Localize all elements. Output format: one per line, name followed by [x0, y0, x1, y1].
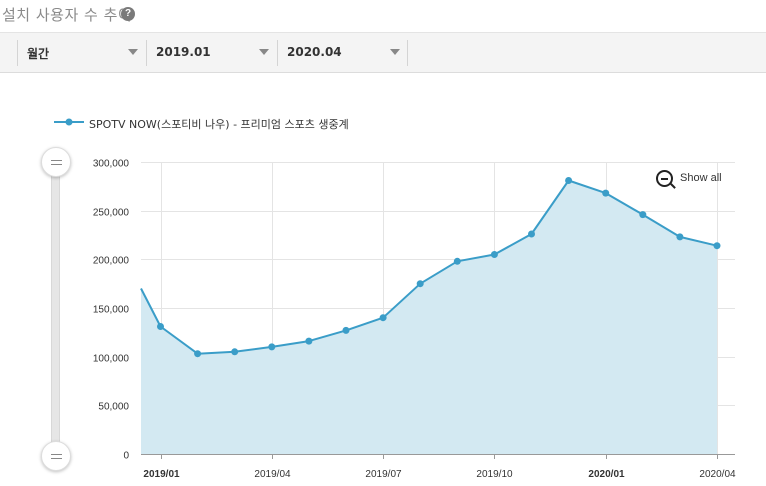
x-tick-label: 2019/10: [476, 469, 513, 480]
series-area-fill: [141, 180, 717, 454]
data-point: [305, 337, 313, 345]
show-all-label: Show all: [680, 172, 722, 184]
y-tick-label: 300,000: [93, 159, 130, 170]
data-point: [231, 348, 239, 356]
navigator-top-handle[interactable]: [41, 147, 71, 177]
x-tick-label: 2020/04: [699, 469, 736, 480]
x-tick-label: 2019/04: [254, 469, 291, 480]
data-point: [157, 323, 164, 330]
data-point: [194, 350, 202, 358]
data-point: [342, 326, 350, 334]
data-point: [639, 211, 647, 219]
y-tick-label: 50,000: [98, 402, 129, 413]
y-tick-label: 0: [123, 451, 129, 462]
y-tick-label: 250,000: [93, 208, 130, 219]
data-point: [565, 177, 573, 184]
data-point: [528, 230, 535, 238]
chart-area: 0 50,000 100,000 150,000 200,000 250,000 300,0…: [93, 159, 736, 481]
data-point: [268, 343, 276, 351]
x-tick-label: 2019/07: [365, 469, 402, 480]
navigator-bottom-handle[interactable]: [41, 441, 71, 471]
x-tick-label: 2020/01: [588, 469, 625, 480]
data-point: [379, 314, 387, 322]
data-point: [713, 242, 721, 250]
y-tick-label: 200,000: [93, 256, 130, 267]
y-tick-label: 100,000: [93, 354, 130, 365]
data-point: [453, 257, 461, 265]
data-point: [602, 189, 610, 197]
x-tick-label: 2019/01: [143, 469, 180, 480]
range-navigator[interactable]: [51, 161, 60, 456]
data-point: [416, 280, 424, 288]
data-point: [676, 233, 684, 241]
zoom-out-icon: [656, 170, 673, 187]
data-point: [490, 251, 498, 258]
y-tick-label: 150,000: [93, 305, 130, 316]
